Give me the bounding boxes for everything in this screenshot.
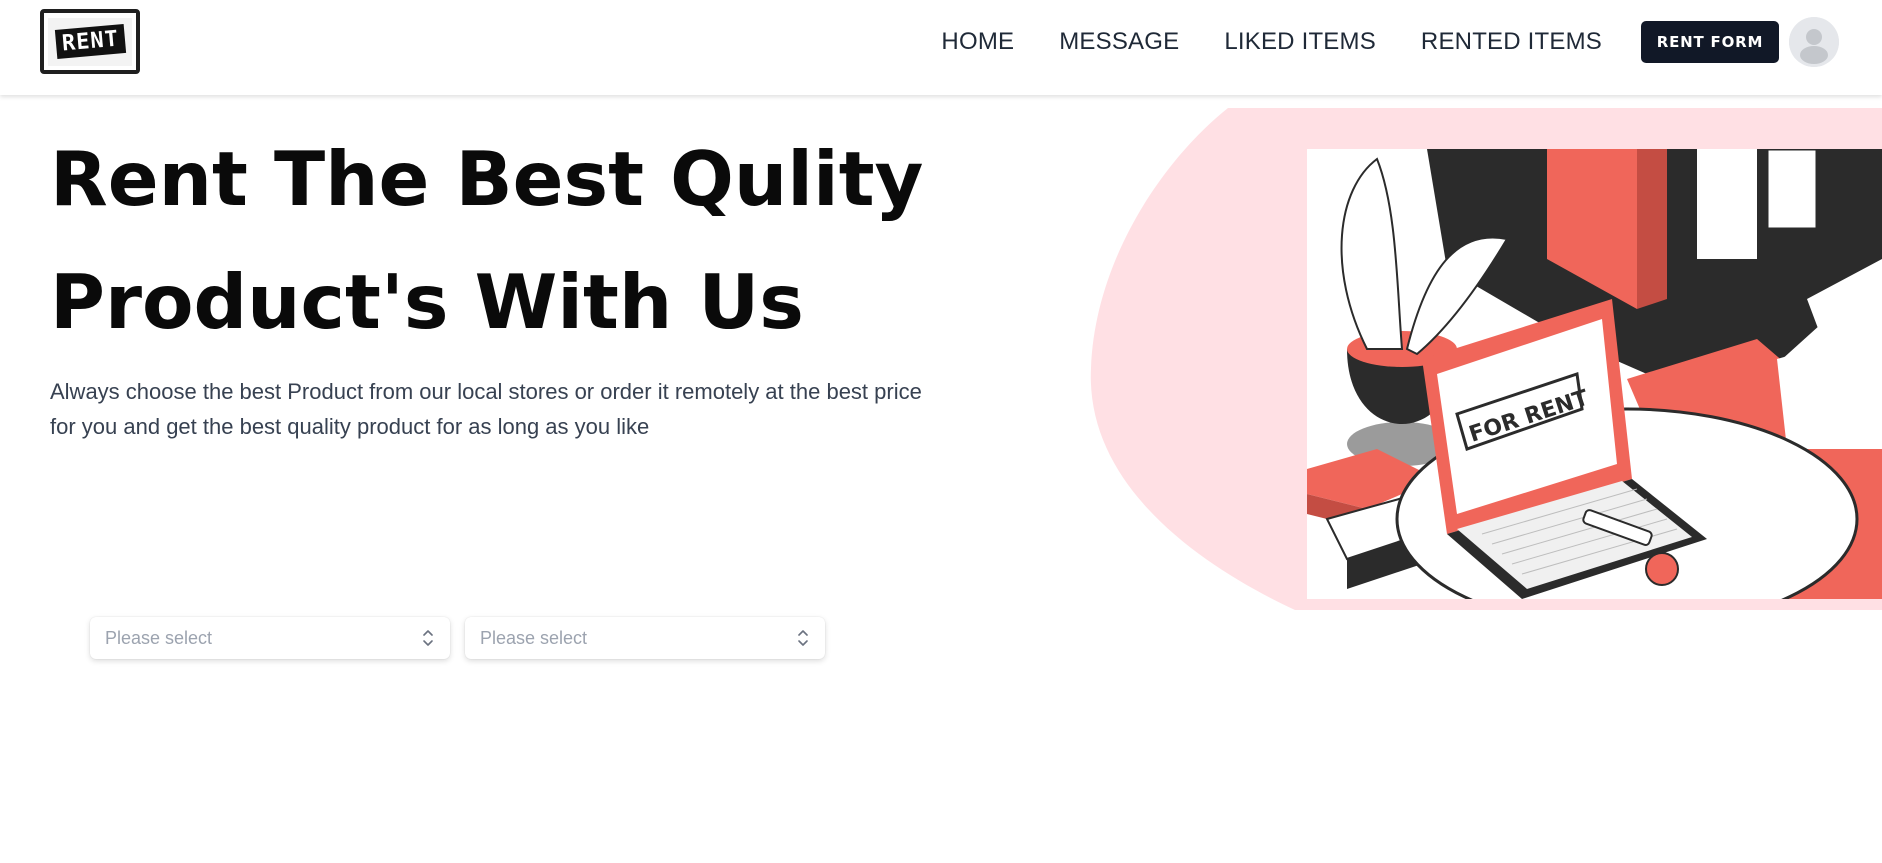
for-rent-laptop-image: FOR RENT	[1307, 149, 1882, 599]
chevron-up-down-icon	[798, 630, 808, 646]
top-navbar: RENT HOME MESSAGE LIKED ITEMS RENTED ITE…	[0, 0, 1882, 95]
rent-logo[interactable]: RENT	[40, 9, 140, 74]
hero-title-line2: Product's With Us	[50, 258, 804, 346]
rent-form-button[interactable]: RENT FORM	[1641, 21, 1779, 63]
logo-text: RENT	[54, 24, 126, 59]
hero-description: Always choose the best Product from our …	[50, 379, 922, 439]
nav-message-link[interactable]: MESSAGE	[1059, 28, 1179, 56]
logo-inner: RENT	[48, 17, 132, 66]
select-placeholder: Please select	[105, 627, 213, 648]
select-placeholder: Please select	[480, 627, 588, 648]
hero-title-line1: Rent The Best Qulity	[50, 135, 924, 223]
nav-home-link[interactable]: HOME	[941, 28, 1014, 56]
product-select-1[interactable]: Please select	[90, 617, 450, 659]
hero-title: Rent The Best Qulity Product's With Us	[50, 118, 950, 364]
for-rent-illustration: FOR RENT	[1307, 149, 1882, 599]
nav-rented-items-link[interactable]: RENTED ITEMS	[1421, 28, 1602, 56]
user-avatar-icon	[1789, 17, 1839, 67]
chevron-up-down-icon	[423, 630, 433, 646]
user-avatar[interactable]	[1789, 17, 1839, 67]
nav-liked-items-link[interactable]: LIKED ITEMS	[1224, 28, 1376, 56]
product-select-2[interactable]: Please select	[465, 617, 825, 659]
main-nav: HOME MESSAGE LIKED ITEMS RENTED ITEMS	[941, 28, 1602, 56]
